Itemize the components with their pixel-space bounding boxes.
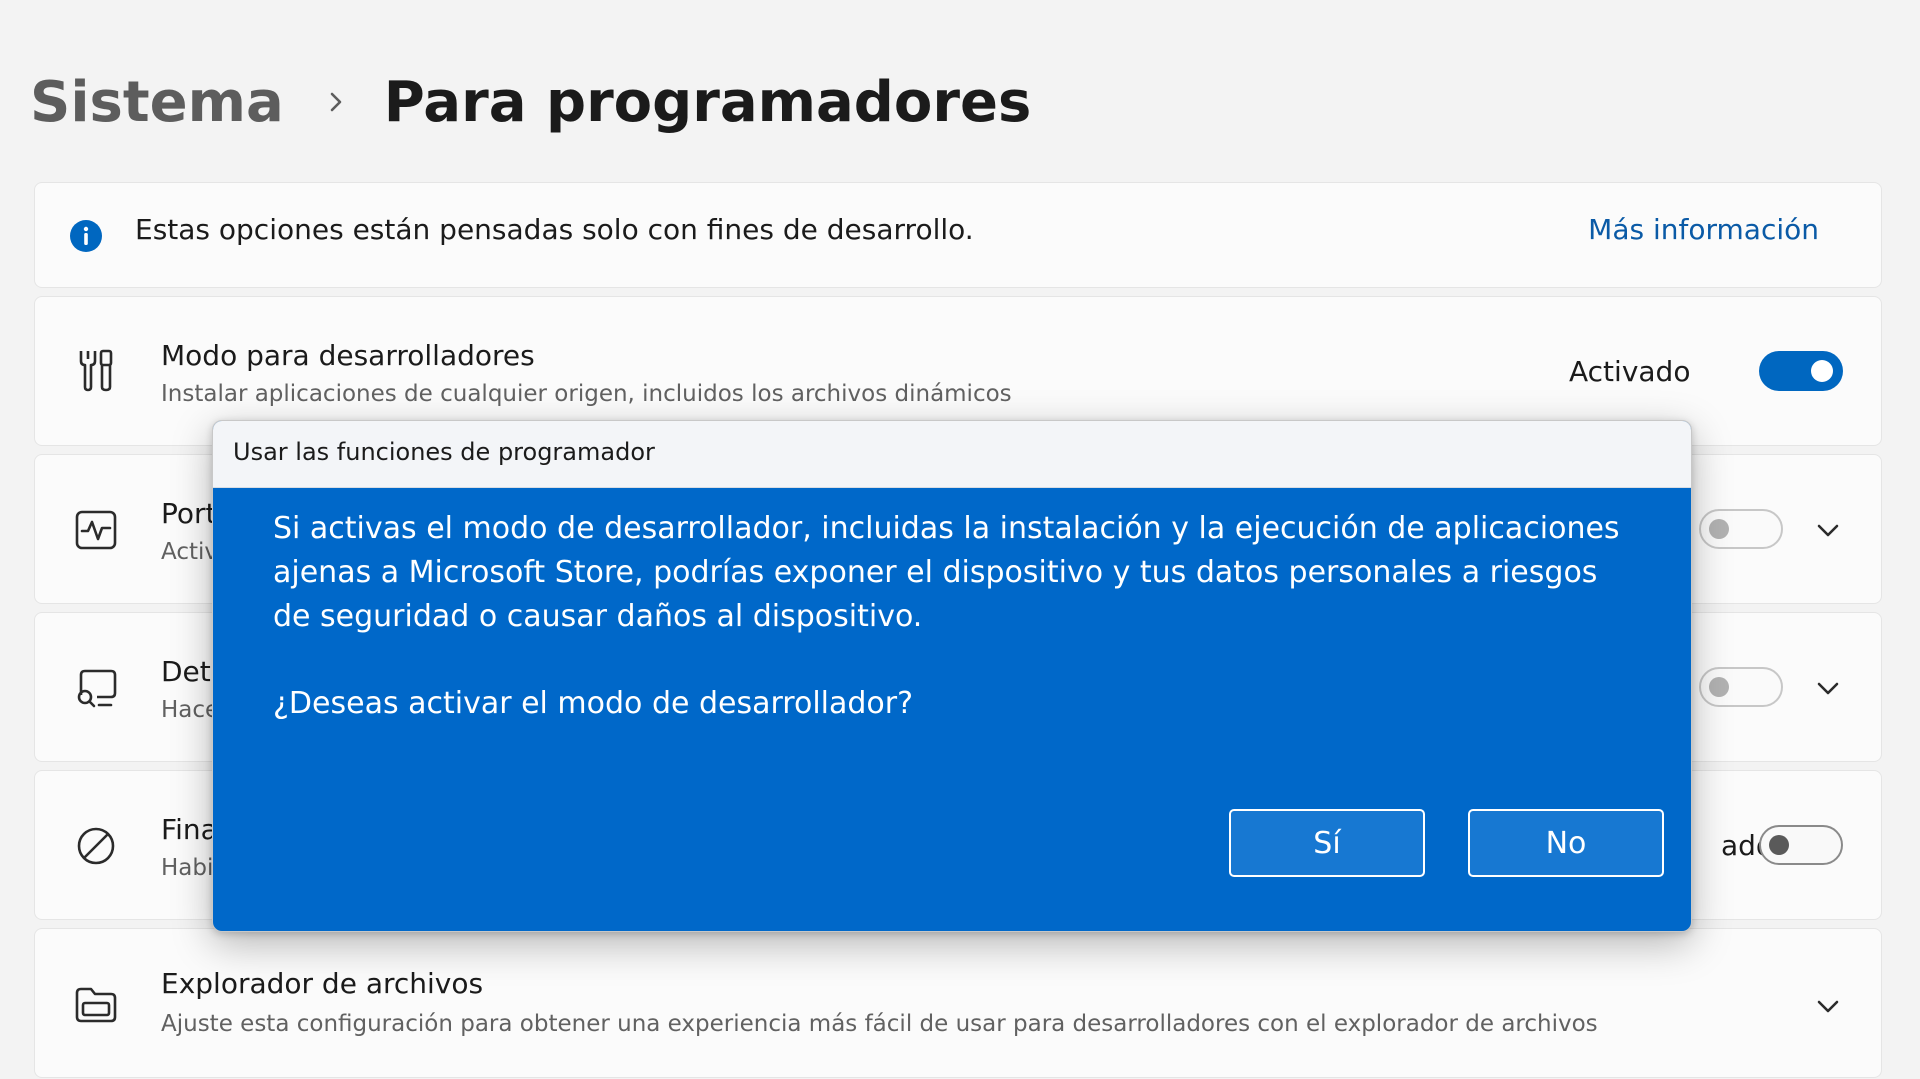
tools-icon: [79, 349, 113, 392]
chevron-down-icon[interactable]: [1813, 515, 1843, 545]
dialog-message: Si activas el modo de desarrollador, inc…: [273, 511, 1620, 634]
device-discovery-toggle[interactable]: [1699, 667, 1783, 707]
chevron-down-icon[interactable]: [1813, 991, 1843, 1021]
breadcrumb: Sistema Para programadores: [30, 62, 1031, 142]
toggle-knob: [1709, 519, 1729, 539]
device-search-icon: [77, 669, 117, 708]
info-bar-text: Estas opciones están pensadas solo con f…: [135, 213, 974, 246]
folder-icon: [75, 987, 117, 1023]
developer-mode-title: Modo para desarrolladores: [161, 339, 535, 372]
dialog-titlebar[interactable]: Usar las funciones de programador: [213, 421, 1691, 488]
pulse-monitor-icon: [75, 510, 117, 550]
info-icon: [70, 220, 102, 252]
device-portal-description: Activ: [161, 539, 218, 565]
toggle-knob: [1811, 360, 1833, 382]
breadcrumb-parent-link[interactable]: Sistema: [30, 70, 284, 135]
page-title: Para programadores: [383, 69, 1032, 135]
device-discovery-description: Hace: [161, 697, 220, 723]
end-task-toggle[interactable]: [1759, 825, 1843, 865]
toggle-knob: [1769, 835, 1789, 855]
more-info-link[interactable]: Más información: [1588, 213, 1819, 246]
end-task-title: Fina: [161, 813, 218, 846]
dialog-question: ¿Deseas activar el modo de desarrollador…: [273, 686, 914, 721]
developer-mode-status: Activado: [1569, 355, 1691, 388]
dialog-body: Si activas el modo de desarrollador, inc…: [273, 507, 1643, 726]
file-explorer-title: Explorador de archivos: [161, 967, 484, 1000]
chevron-right-icon: [330, 92, 342, 112]
yes-button[interactable]: Sí: [1229, 809, 1425, 877]
settings-page: Sistema Para programadores Estas opcione…: [0, 0, 1920, 1079]
file-explorer-card[interactable]: Explorador de archivos Ajuste esta confi…: [34, 928, 1882, 1078]
toggle-knob: [1709, 677, 1729, 697]
no-button[interactable]: No: [1468, 809, 1664, 877]
end-task-description: Habi: [161, 855, 214, 881]
blocked-icon: [77, 827, 115, 865]
file-explorer-description: Ajuste esta configuración para obtener u…: [161, 1011, 1598, 1037]
chevron-down-icon[interactable]: [1813, 673, 1843, 703]
info-bar: Estas opciones están pensadas solo con f…: [34, 182, 1882, 288]
developer-mode-description: Instalar aplicaciones de cualquier orige…: [161, 381, 1012, 407]
device-portal-toggle[interactable]: [1699, 509, 1783, 549]
developer-mode-dialog: Usar las funciones de programador Si act…: [212, 420, 1692, 932]
dialog-title: Usar las funciones de programador: [233, 438, 655, 466]
developer-mode-toggle[interactable]: [1759, 351, 1843, 391]
device-portal-title: Port: [161, 497, 217, 530]
